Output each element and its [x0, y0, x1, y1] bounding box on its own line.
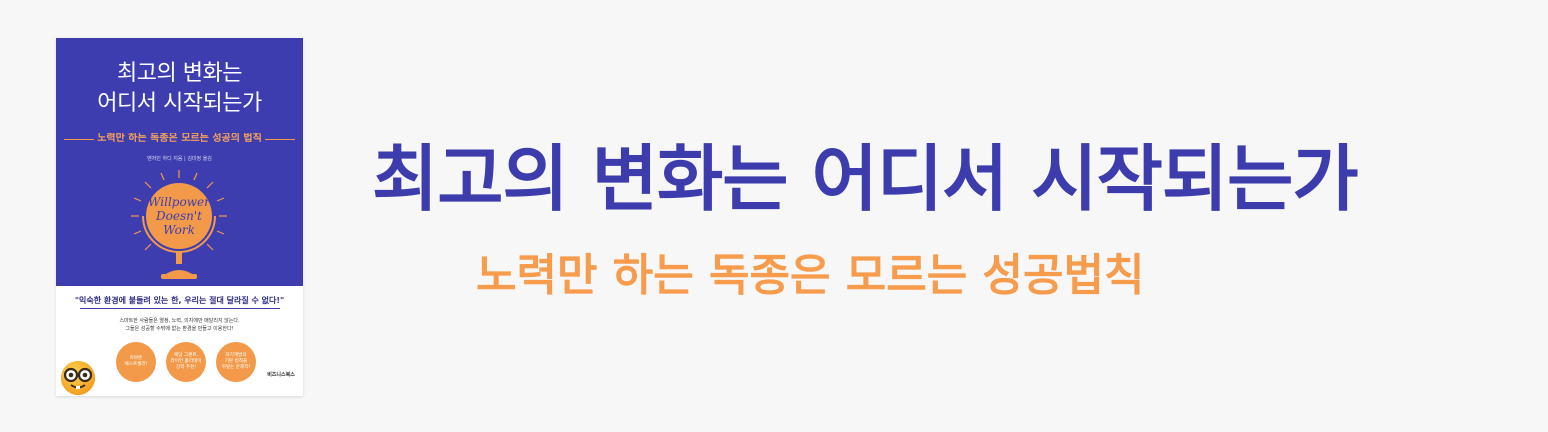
subtitle-rule-right	[265, 139, 295, 140]
cover-blurb-line1: 스마트한 사람들은 열정, 노력, 의지에만 매달리지 않는다.	[119, 318, 240, 324]
badge-bestseller: 아마존 베스트셀러!	[116, 342, 156, 382]
cover-subtitle-row: 노력만 하는 독종은 모르는 성공의 법칙	[64, 133, 295, 145]
cover-top-panel: 최고의 변화는 어디서 시작되는가 노력만 하는 독종은 모르는 성공의 법칙 …	[56, 38, 303, 286]
globe-text-2: Doesn't	[155, 209, 202, 223]
globe-text-1: Willpower	[148, 195, 211, 209]
globe-text-3: Work	[163, 223, 195, 237]
subtitle-rule-left	[64, 139, 94, 140]
cover-subtitle: 노력만 하는 독종은 모르는 성공의 법칙	[97, 133, 262, 144]
headline-title: 최고의 변화는 어디서 시작되는가	[372, 137, 1359, 221]
book-cover: 최고의 변화는 어디서 시작되는가 노력만 하는 독종은 모르는 성공의 법칙 …	[56, 38, 303, 396]
publisher-logo: 비즈니스북스	[267, 372, 295, 378]
cover-title-line1: 최고의 변화는	[117, 61, 242, 86]
badge-recommendation: 애덤 그랜트, 라이언 홀리데이 강력 추천!	[166, 342, 206, 382]
cover-quote: "익숙한 환경에 붙들려 있는 한, 우리는 절대 달라질 수 없다!"	[74, 296, 285, 305]
headline-subtitle: 노력만 하는 독종은 모르는 성공법칙	[476, 250, 1145, 301]
nerd-face-icon	[61, 361, 95, 395]
cover-author: 벤저민 하디 지음 | 김미정 옮김	[147, 156, 212, 162]
quote-underline	[80, 308, 280, 309]
badge-controversial: 자기계발의 기본 법칙을 뒤엎는 문제작!	[216, 342, 256, 382]
cover-blurb-line2: 그들은 성공할 수밖에 없는 환경을 만들고 이용한다!	[125, 326, 234, 332]
cover-title-line2: 어디서 시작되는가	[97, 91, 262, 116]
globe-icon: Willpower Doesn't Work	[131, 170, 227, 279]
